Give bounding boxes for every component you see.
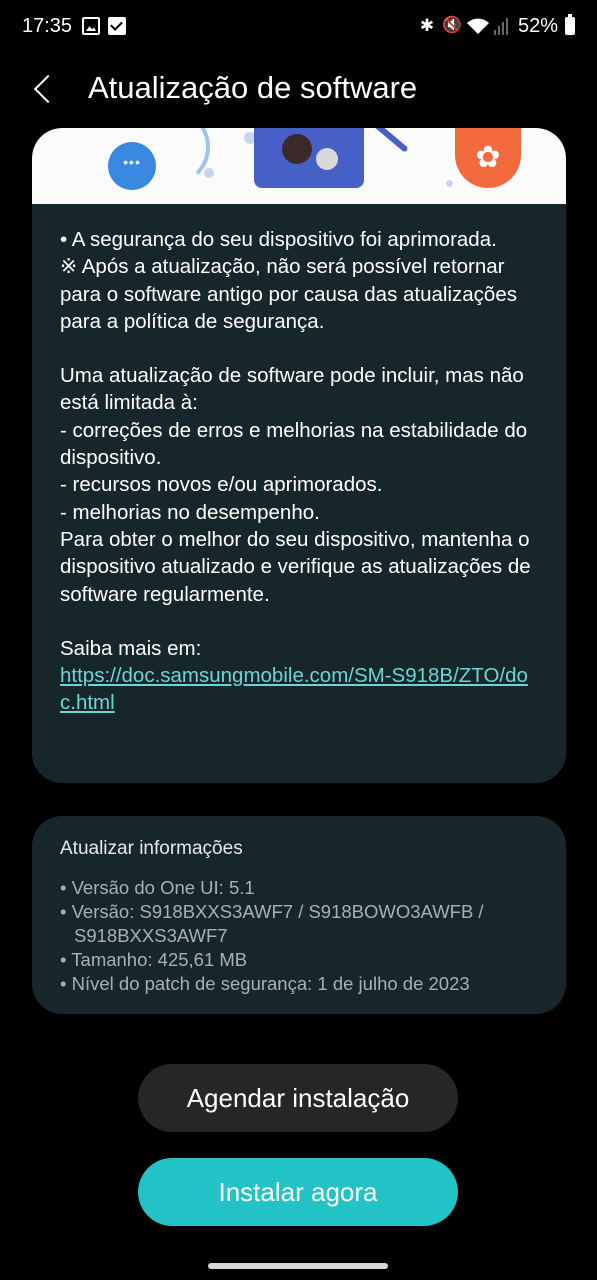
update-notes: • A segurança do seu dispositivo foi apr… xyxy=(32,204,566,717)
update-intro: Uma atualização de software pode incluir… xyxy=(60,364,524,415)
update-closing: Para obter o melhor do seu dispositivo, … xyxy=(60,527,531,606)
learn-more-link[interactable]: https://doc.samsungmobile.com/SM-S918B/Z… xyxy=(60,664,528,714)
update-bullet: - melhorias no desempenho. xyxy=(60,500,320,524)
build-version-continued: S918BXXS3AWF7 xyxy=(74,925,228,946)
arm-decoration xyxy=(370,128,409,153)
checkbox-notification-icon xyxy=(108,17,126,35)
app-header: Atualização de software xyxy=(0,60,597,116)
battery-percent: 52% xyxy=(518,15,559,37)
page-title: Atualização de software xyxy=(88,70,418,105)
mute-icon: 🔇 xyxy=(442,17,462,34)
dot-decoration xyxy=(446,180,453,187)
navigation-handle[interactable] xyxy=(208,1263,388,1269)
info-list: • Versão do One UI: 5.1 • Versão: S918BX… xyxy=(60,876,550,996)
update-bullet: - recursos novos e/ou aprimorados. xyxy=(60,473,383,497)
update-bullet: - correções de erros e melhorias na esta… xyxy=(60,418,528,470)
build-version: • Versão: S918BXXS3AWF7 / S918BOWO3AWFB … xyxy=(60,901,484,922)
dot-decoration xyxy=(204,168,214,178)
status-bar: 17:35 ✱ 🔇 52% xyxy=(0,0,597,56)
update-info-card: Atualizar informações • Versão do One UI… xyxy=(32,816,566,1014)
gallery-notification-icon xyxy=(82,17,100,35)
update-illustration xyxy=(32,128,566,204)
status-time: 17:35 xyxy=(22,15,73,37)
flower-icon xyxy=(455,128,521,188)
wifi-icon xyxy=(466,17,490,35)
update-description-card: • A segurança do seu dispositivo foi apr… xyxy=(32,128,566,783)
schedule-install-button[interactable]: Agendar instalação xyxy=(138,1064,458,1132)
chat-bubble-icon xyxy=(108,142,156,190)
security-patch-level: • Nível do patch de segurança: 1 de julh… xyxy=(60,973,470,994)
people-illustration xyxy=(254,128,364,188)
rollback-warning: ※ Após a atualização, não será possível … xyxy=(60,255,517,333)
oneui-version: • Versão do One UI: 5.1 xyxy=(60,877,255,898)
update-size: • Tamanho: 425,61 MB xyxy=(60,949,248,970)
signal-icon xyxy=(494,17,510,35)
install-now-button[interactable]: Instalar agora xyxy=(138,1158,458,1226)
learn-more-label: Saiba mais em: xyxy=(60,636,202,660)
battery-icon xyxy=(565,14,575,35)
info-title: Atualizar informações xyxy=(60,838,243,859)
security-note: • A segurança do seu dispositivo foi apr… xyxy=(60,228,497,251)
bluetooth-icon: ✱ xyxy=(419,16,435,35)
back-button[interactable] xyxy=(28,66,68,110)
